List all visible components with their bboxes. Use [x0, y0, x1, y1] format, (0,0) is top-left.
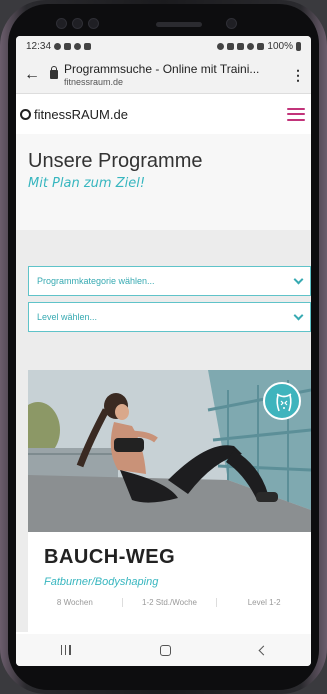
- status-bar: 12:34 100%: [16, 36, 311, 56]
- hero-section: Unsere Programme Mit Plan zum Ziel!: [16, 134, 311, 230]
- hero-title: Unsere Programme: [28, 150, 203, 172]
- notification-icon: [64, 42, 72, 50]
- battery-icon: [296, 41, 301, 51]
- category-select[interactable]: Programmkategorie wählen...: [28, 266, 311, 296]
- level-select-label: Level wählen...: [37, 312, 98, 322]
- chevron-down-icon: [293, 274, 304, 284]
- level-select[interactable]: Level wählen...: [28, 302, 311, 332]
- program-level: Level 1-2: [216, 598, 311, 607]
- program-meta: 8 Wochen 1-2 Std./Woche Level 1-2: [28, 598, 311, 607]
- program-frequency: 1-2 Std./Woche: [121, 598, 217, 607]
- back-arrow-icon[interactable]: ←: [24, 66, 46, 84]
- page-domain: fitnessraum.de: [64, 77, 124, 87]
- phone-frame: 12:34 100% ← Programmsuche - Online mit …: [0, 0, 327, 694]
- sensor-icon: [56, 18, 67, 29]
- battery-percent: 100%: [267, 40, 293, 52]
- hamburger-menu-icon[interactable]: [287, 107, 305, 121]
- chevron-down-icon: [293, 310, 304, 320]
- screen: 12:34 100% ← Programmsuche - Online mit …: [16, 36, 311, 666]
- site-header: fitnessRAUM.de: [16, 94, 311, 134]
- home-icon[interactable]: [159, 644, 171, 656]
- android-navigation-bar: [16, 634, 311, 666]
- lock-icon: [50, 66, 58, 79]
- status-time: 12:34: [26, 40, 52, 52]
- recent-apps-icon[interactable]: [60, 645, 71, 655]
- program-list: BAUCH-WEG Fatburner/Bodyshaping 8 Wochen…: [16, 370, 311, 632]
- program-duration: 8 Wochen: [56, 598, 93, 607]
- program-subtitle: Fatburner/Bodyshaping: [44, 576, 159, 588]
- notification-icon: [54, 42, 62, 50]
- torso-icon: [263, 382, 301, 420]
- wifi-icon: [247, 42, 255, 50]
- hero-subtitle: Mit Plan zum Ziel!: [28, 176, 146, 191]
- program-title: BAUCH-WEG: [44, 546, 176, 568]
- program-card[interactable]: BAUCH-WEG Fatburner/Bodyshaping 8 Wochen…: [28, 370, 311, 632]
- earpiece-speaker: [156, 22, 202, 27]
- signal-icon: [257, 42, 265, 50]
- back-icon[interactable]: [258, 645, 268, 655]
- overflow-menu-icon[interactable]: ⋮: [291, 68, 305, 82]
- site-logo[interactable]: fitnessRAUM.de: [20, 107, 128, 122]
- sensor-icon: [88, 18, 99, 29]
- browser-toolbar: ← Programmsuche - Online mit Traini... f…: [16, 56, 311, 94]
- filter-section: Programmkategorie wählen... Level wählen…: [16, 230, 311, 370]
- sensor-icon: [72, 18, 83, 29]
- program-photo: [28, 370, 311, 532]
- image-icon: [84, 42, 92, 50]
- alarm-icon: [217, 42, 225, 50]
- front-camera-icon: [226, 18, 237, 29]
- page-title: Programmsuche - Online mit Traini...: [64, 62, 260, 76]
- url-box[interactable]: Programmsuche - Online mit Traini... fit…: [64, 62, 291, 87]
- category-select-label: Programmkategorie wählen...: [37, 276, 155, 286]
- mute-icon: [237, 42, 245, 50]
- bluetooth-icon: [227, 42, 235, 50]
- logo-text: fitnessRAUM.de: [34, 106, 128, 122]
- logo-ring-icon: [20, 108, 31, 120]
- notification-icon: [74, 42, 82, 50]
